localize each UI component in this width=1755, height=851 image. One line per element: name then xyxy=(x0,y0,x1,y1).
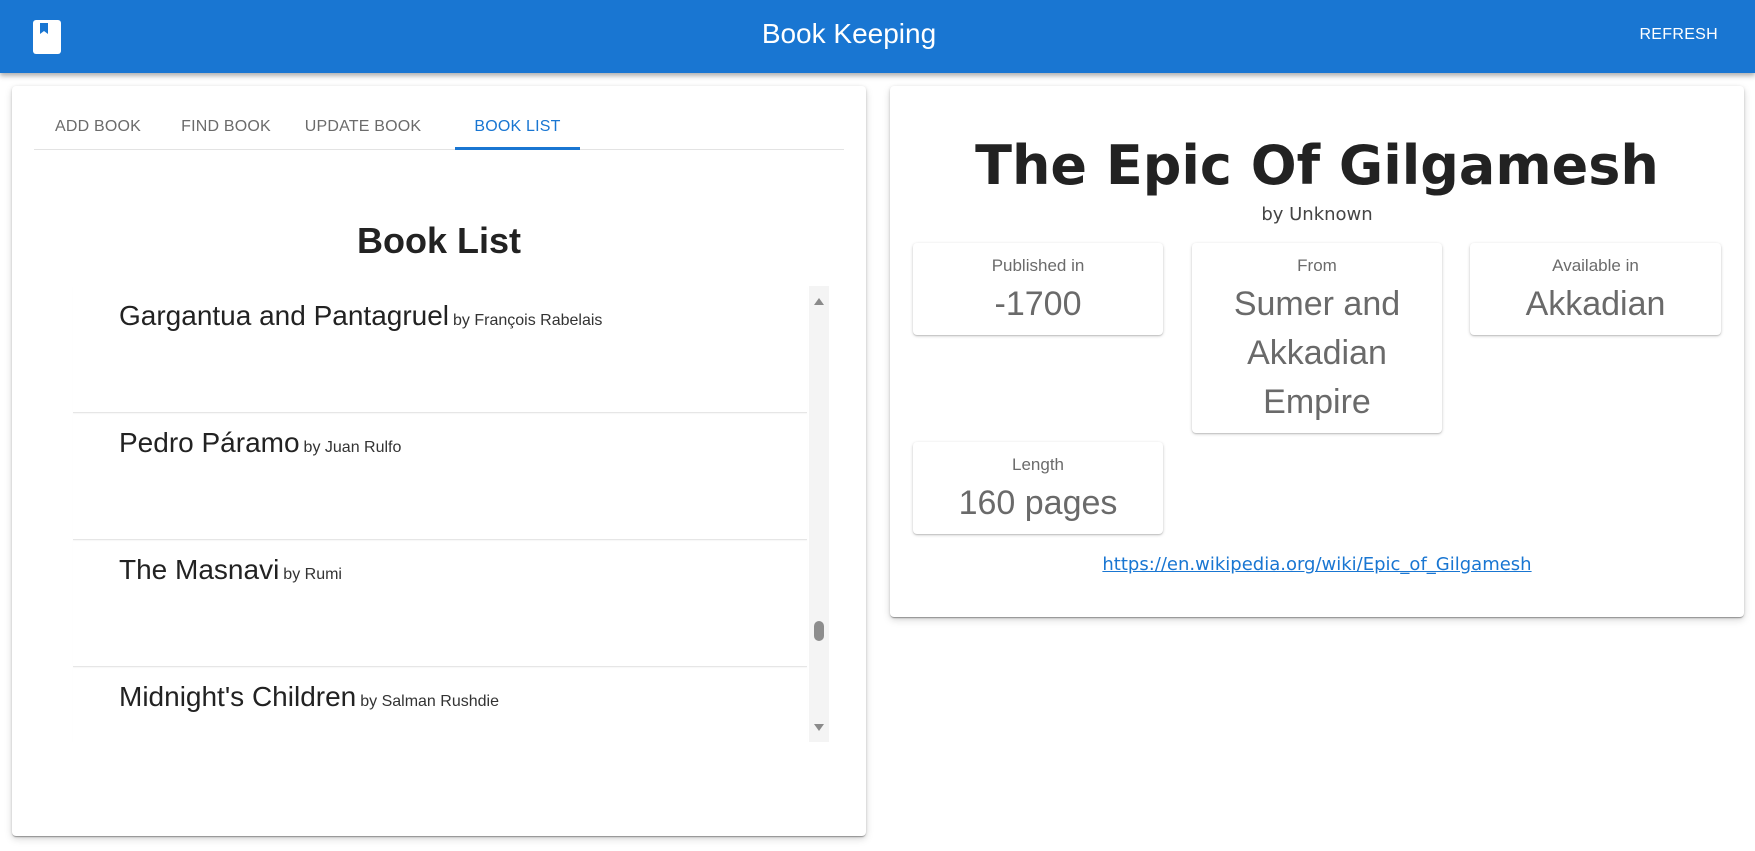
book-list-heading: Book List xyxy=(356,220,521,261)
published-label: Published in xyxy=(991,256,1085,275)
language-value: Akkadian xyxy=(1525,285,1666,323)
app-bar: Book Keeping REFRESH xyxy=(0,0,1755,73)
tab-find-book[interactable]: FIND BOOK xyxy=(166,104,286,150)
list-item[interactable]: Gargantua and Pantagruel by François Rabe… xyxy=(73,286,807,413)
book-title: Gargantua and Pantagruel xyxy=(119,300,450,331)
list-item[interactable]: The Masnavi by Rumi xyxy=(73,540,807,667)
length-label: Length xyxy=(1012,455,1064,474)
book-detail-title: The Epic Of Gilgamesh xyxy=(975,134,1659,197)
app-title: Book Keeping xyxy=(761,18,937,49)
tab-add-book[interactable]: ADD BOOK xyxy=(38,104,158,150)
length-value: 160 pages xyxy=(958,484,1118,522)
book-author: by Rumi xyxy=(283,566,342,583)
book-author: by Juan Rulfo xyxy=(303,439,402,456)
book-list-panel: ADD BOOK FIND BOOK UPDATE BOOK BOOK LIST… xyxy=(12,86,866,836)
tab-update-book[interactable]: UPDATE BOOK xyxy=(293,104,433,150)
book-detail-panel: The Epic Of Gilgamesh by Unknown Publish… xyxy=(890,86,1744,617)
wikipedia-link[interactable]: https://en.wikipedia.org/wiki/Epic_of_Gi… xyxy=(890,554,1744,575)
book-detail-author: by Unknown xyxy=(1261,204,1373,225)
tab-bar: ADD BOOK FIND BOOK UPDATE BOOK BOOK LIST xyxy=(34,104,844,150)
language-label: Available in xyxy=(1552,256,1639,275)
published-info-card: Published in -1700 xyxy=(913,243,1163,335)
scroll-up-arrow-icon[interactable] xyxy=(814,298,824,305)
book-title: Midnight's Children xyxy=(119,681,357,712)
origin-value: Sumer and Akkadian Empire xyxy=(1233,285,1401,421)
refresh-button[interactable]: REFRESH xyxy=(1639,26,1718,44)
book-list: Gargantua and Pantagruel by François Rabe… xyxy=(61,286,829,742)
tab-book-list[interactable]: BOOK LIST xyxy=(455,104,580,150)
list-item[interactable]: Pedro Páramo by Juan Rulfo xyxy=(73,413,807,540)
book-author: by Salman Rushdie xyxy=(360,693,499,710)
scrollbar-thumb[interactable] xyxy=(814,621,824,641)
origin-label: From xyxy=(1297,256,1337,275)
scroll-down-arrow-icon[interactable] xyxy=(814,724,824,731)
book-author: by François Rabelais xyxy=(453,312,603,329)
language-info-card: Available in Akkadian xyxy=(1470,243,1721,335)
list-item[interactable]: Midnight's Children by Salman Rushdie xyxy=(73,667,807,742)
length-info-card: Length 160 pages xyxy=(913,442,1163,534)
origin-info-card: From Sumer and Akkadian Empire xyxy=(1192,243,1442,433)
published-value: -1700 xyxy=(994,285,1082,323)
book-title: Pedro Páramo xyxy=(119,427,300,458)
list-scrollbar[interactable] xyxy=(809,286,829,742)
book-title: The Masnavi xyxy=(119,554,280,585)
